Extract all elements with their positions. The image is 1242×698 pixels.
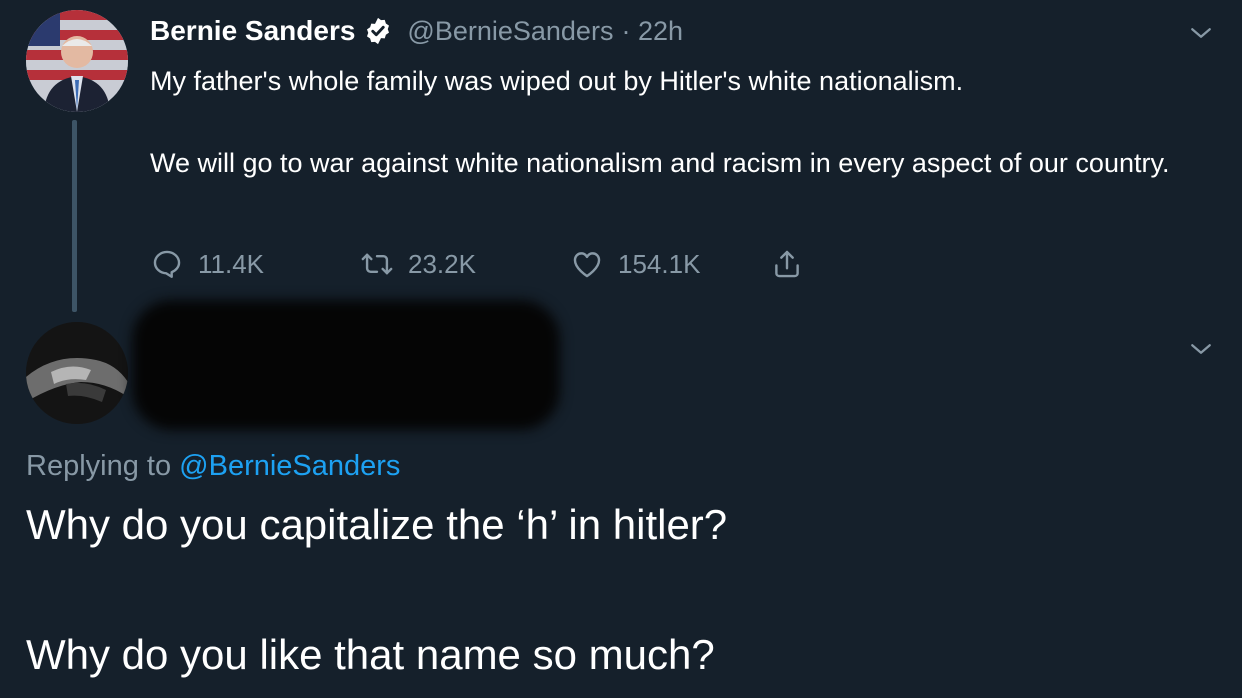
reply-text: Why do you capitalize the ‘h’ in hitler?…: [26, 500, 1206, 680]
avatar-bernie-sanders[interactable]: [26, 10, 128, 112]
like-count: 154.1K: [618, 248, 701, 279]
redacted-name-block: [132, 300, 560, 430]
reply-bubble-icon: [153, 250, 181, 278]
tweet-text-line: My father's whole family was wiped out b…: [150, 66, 964, 96]
reply-count: 11.4K: [198, 248, 265, 279]
reply-text-line: Why do you capitalize the ‘h’ in hitler?: [26, 501, 728, 548]
retweet-icon: [361, 253, 393, 275]
reply-text-line: Why do you like that name so much?: [26, 631, 715, 678]
tweet-header: Bernie Sanders @BernieSanders · 22h: [150, 12, 683, 50]
tweet-text-line: We will go to war against white national…: [150, 148, 1170, 178]
share-button[interactable]: [770, 247, 804, 281]
timestamp[interactable]: · 22h: [621, 16, 683, 47]
tweet-text: My father's whole family was wiped out b…: [150, 60, 1220, 184]
display-name[interactable]: Bernie Sanders: [150, 15, 355, 47]
heart-icon: [573, 252, 601, 278]
replying-to-line: Replying to @BernieSanders: [26, 450, 400, 483]
chevron-down-icon[interactable]: [1186, 334, 1216, 364]
share-icon: [775, 250, 799, 278]
replying-to-handle-link[interactable]: @BernieSanders: [179, 450, 400, 482]
avatar-photo: [26, 10, 128, 112]
tweet-actions: 11.4K 23.2K 154.1K: [150, 244, 804, 284]
reply-button[interactable]: 11.4K: [150, 247, 360, 281]
verified-badge-icon: [367, 17, 390, 45]
replying-to-label: Replying to: [26, 450, 172, 482]
retweet-count: 23.2K: [408, 248, 476, 279]
thread-connector-line: [72, 120, 77, 312]
handle[interactable]: @BernieSanders: [407, 16, 613, 47]
retweet-button[interactable]: 23.2K: [360, 247, 570, 281]
avatar-photo: [26, 322, 128, 424]
chevron-down-icon[interactable]: [1186, 18, 1216, 48]
avatar-replier[interactable]: [26, 322, 128, 424]
like-button[interactable]: 154.1K: [570, 247, 770, 281]
